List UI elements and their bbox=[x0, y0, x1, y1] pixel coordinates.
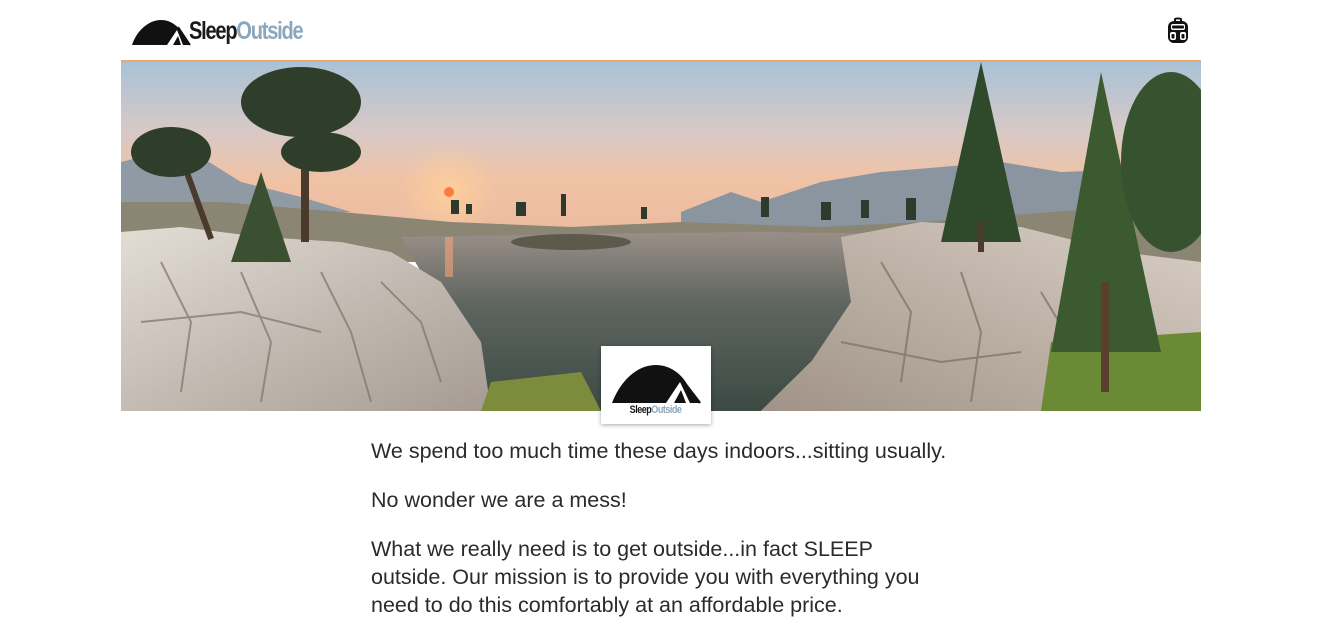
tent-icon bbox=[132, 20, 191, 46]
badge-word-sleep: Sleep bbox=[630, 404, 652, 416]
tent-icon bbox=[612, 365, 701, 404]
badge-word-outside: Outside bbox=[651, 404, 683, 416]
backpack-icon[interactable] bbox=[1165, 16, 1191, 44]
badge-logo-text: SleepOutside bbox=[630, 405, 682, 416]
site-header: SleepOutside bbox=[121, 0, 1201, 62]
paragraph-mess: No wonder we are a mess! bbox=[371, 488, 627, 512]
logo-word-sleep: Sleep bbox=[189, 16, 238, 45]
hero-logo-badge: SleepOutside bbox=[601, 346, 711, 424]
home-logo-link[interactable]: SleepOutside bbox=[131, 14, 331, 48]
paragraph-mission: What we really need is to get outside...… bbox=[371, 537, 920, 617]
page: SleepOutside SleepOutside We spend too m… bbox=[0, 0, 1317, 628]
logo-text: SleepOutside bbox=[189, 16, 304, 45]
logo-word-outside: Outside bbox=[236, 16, 303, 45]
paragraph-intro: We spend too much time these days indoor… bbox=[371, 439, 947, 463]
mission-content: We spend too much time these days indoor… bbox=[371, 437, 951, 628]
